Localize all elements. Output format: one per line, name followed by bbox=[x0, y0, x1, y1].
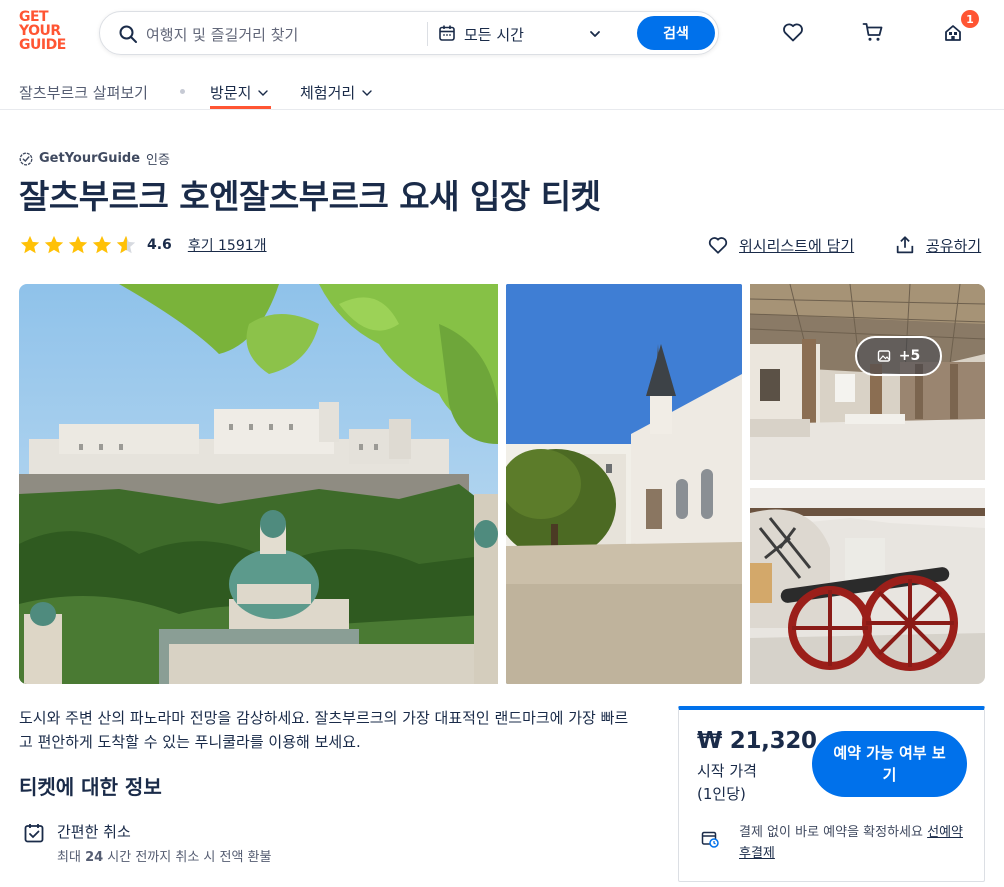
certified-suffix: 인증 bbox=[146, 153, 170, 168]
calendar-check-icon bbox=[24, 824, 44, 843]
nav-places[interactable]: 방문지 bbox=[210, 82, 269, 103]
search-divider bbox=[427, 22, 428, 46]
half-star-icon bbox=[116, 235, 136, 254]
cancellation-pre: 최대 bbox=[57, 850, 81, 865]
nav-activities[interactable]: 체험거리 bbox=[300, 82, 373, 103]
more-photos-count: +5 bbox=[898, 348, 921, 364]
calendar-clock-icon bbox=[701, 831, 719, 848]
rating-row: 4.6 후기 1591개 bbox=[19, 233, 267, 257]
heart-icon bbox=[708, 237, 728, 254]
cancellation-post: 시간 전까지 취소 시 전액 환불 bbox=[107, 850, 272, 865]
price-from-label: 시작 가격 bbox=[697, 762, 757, 780]
logo-line-1: GET bbox=[19, 9, 49, 25]
sub-navigation: 잘츠부르크 살펴보기 방문지 체험거리 bbox=[0, 72, 1004, 110]
check-availability-button[interactable]: 예약 가능 여부 보기 bbox=[812, 731, 967, 797]
search-bar: 여행지 및 즐길거리 찾기 모든 시간 검색 bbox=[99, 11, 719, 55]
certified-badge: GetYourGuide 인증 bbox=[19, 149, 170, 168]
star-icon bbox=[20, 235, 40, 254]
certified-brand: GetYourGuide bbox=[39, 151, 141, 166]
activity-description: 도시와 주변 산의 파노라마 전망을 감상하세요. 잘츠부르크의 가장 대표적인… bbox=[19, 709, 629, 751]
reserve-now-pay-later: 결제 없이 바로 예약을 확정하세요 선예약 후결제 bbox=[739, 822, 974, 864]
add-to-wishlist-button[interactable]: 위시리스트에 담기 bbox=[707, 234, 854, 256]
reviews-link[interactable]: 후기 1591개 bbox=[188, 235, 267, 255]
free-cancellation-title: 간편한 취소 bbox=[57, 823, 131, 841]
nav-explore-salzburg[interactable]: 잘츠부르크 살펴보기 bbox=[19, 82, 148, 103]
star-icon bbox=[92, 235, 112, 254]
star-rating bbox=[19, 234, 137, 256]
rating-value: 4.6 bbox=[147, 237, 172, 253]
wishlist-label: 위시리스트에 담기 bbox=[739, 236, 855, 255]
date-picker[interactable]: 모든 시간 bbox=[464, 24, 524, 45]
price-per-person: (1인당) bbox=[697, 785, 746, 803]
nav-places-label: 방문지 bbox=[210, 84, 252, 102]
nav-activities-label: 체험거리 bbox=[300, 84, 356, 102]
gallery-photo-cannon[interactable] bbox=[750, 488, 985, 684]
cancellation-hours: 24 bbox=[85, 850, 104, 865]
image-icon bbox=[877, 350, 890, 362]
reserve-text: 결제 없이 바로 예약을 확정하세요 bbox=[739, 825, 923, 840]
logo-line-2: YOUR bbox=[19, 23, 61, 39]
search-input[interactable]: 여행지 및 즐길거리 찾기 bbox=[146, 24, 298, 45]
search-button[interactable]: 검색 bbox=[637, 16, 715, 50]
chevron-down-icon bbox=[362, 89, 372, 96]
booking-card: ₩ 21,320 시작 가격 (1인당) 예약 가능 여부 보기 결제 없이 바… bbox=[678, 706, 985, 882]
calendar-icon bbox=[439, 25, 455, 41]
chevron-down-icon[interactable] bbox=[588, 27, 602, 41]
ticket-info-heading: 티켓에 대한 정보 bbox=[19, 775, 162, 799]
gallery-photo-courtyard[interactable] bbox=[506, 284, 742, 684]
active-tab-indicator bbox=[210, 106, 271, 109]
star-icon bbox=[68, 235, 88, 254]
nav-explore-label: 잘츠부르크 살펴보기 bbox=[19, 84, 148, 102]
gallery-photo-golden-hall[interactable] bbox=[750, 284, 985, 480]
price: ₩ 21,320 bbox=[697, 728, 817, 754]
gallery-photo-fortress-panorama[interactable] bbox=[19, 284, 498, 684]
nav-separator-dot bbox=[180, 89, 185, 94]
star-icon bbox=[44, 235, 64, 254]
top-header: GET YOUR GUIDE 여행지 및 즐길거리 찾기 모든 시간 검색 1 bbox=[0, 0, 1004, 66]
logo-line-3: GUIDE bbox=[19, 37, 66, 53]
heart-icon[interactable] bbox=[781, 20, 805, 44]
share-button[interactable]: 공유하기 bbox=[894, 234, 981, 256]
free-cancellation-detail: 최대 24 시간 전까지 취소 시 전액 환불 bbox=[57, 846, 271, 865]
search-icon bbox=[119, 25, 137, 43]
page-title: 잘츠부르크 호엔잘츠부르크 요새 입장 티켓 bbox=[19, 177, 601, 216]
cart-badge: 1 bbox=[961, 10, 979, 28]
cart-icon[interactable] bbox=[861, 20, 885, 44]
more-photos-button[interactable]: +5 bbox=[855, 336, 942, 376]
getyourguide-logo[interactable]: GET YOUR GUIDE bbox=[19, 10, 75, 52]
chevron-down-icon bbox=[258, 89, 269, 96]
verified-check-icon bbox=[19, 152, 33, 165]
share-label: 공유하기 bbox=[926, 236, 982, 255]
share-icon bbox=[896, 236, 914, 254]
